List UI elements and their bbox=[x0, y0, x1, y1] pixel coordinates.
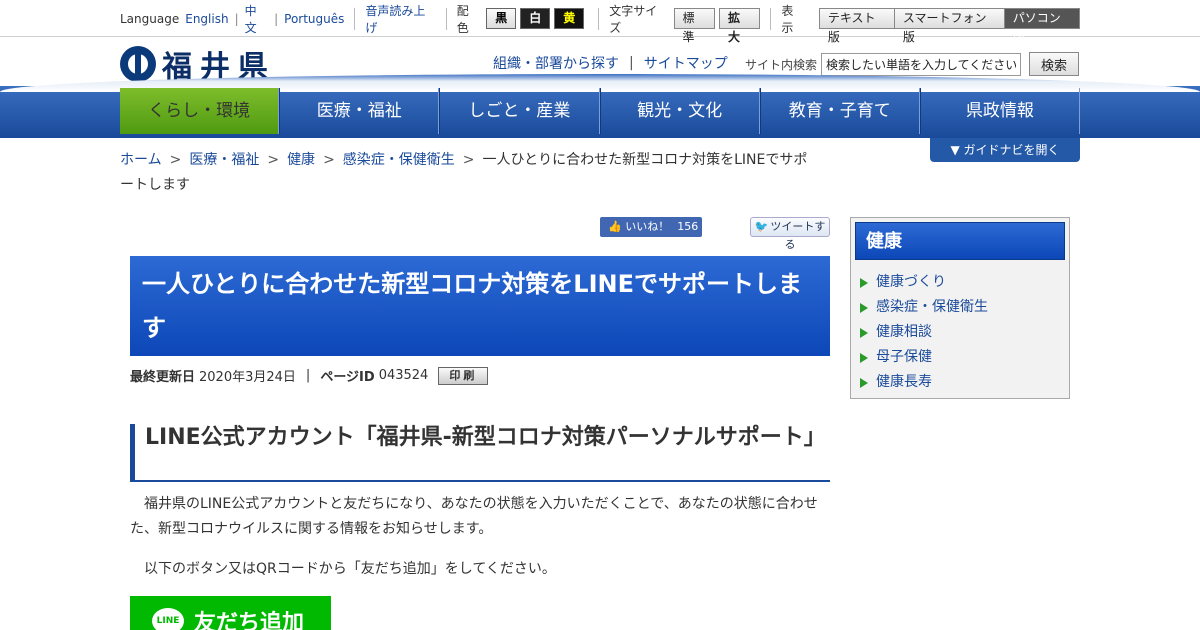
nav-item-education[interactable]: 教育・子育て bbox=[759, 88, 920, 134]
sidebar-item-label: 健康づくり bbox=[876, 274, 946, 290]
global-nav: くらし・環境 医療・福祉 しごと・産業 観光・文化 教育・子育て 県政情報 bbox=[120, 88, 1081, 134]
sidebar-item-infection[interactable]: 感染症・保健衛生 bbox=[860, 295, 1065, 320]
global-nav-bar: くらし・環境 医療・福祉 しごと・産業 観光・文化 教育・子育て 県政情報 bbox=[0, 86, 1200, 138]
divider bbox=[598, 7, 600, 30]
breadcrumb-medical[interactable]: 医療・福祉 bbox=[189, 152, 259, 168]
fukui-emblem-icon bbox=[120, 46, 156, 82]
fb-like-count: 156 bbox=[677, 220, 699, 233]
site-search: サイト内検索 検索 bbox=[745, 52, 1080, 76]
tweet-label: ツイートする bbox=[770, 220, 826, 251]
display-label: 表示 bbox=[781, 3, 794, 35]
triangle-down-icon: ▼ bbox=[950, 143, 964, 157]
page-meta: 最終更新日 2020年3月24日 | ページID 043524 印刷 bbox=[130, 366, 489, 385]
language-label: Language bbox=[120, 11, 180, 26]
page-id-label: ページID bbox=[320, 370, 375, 385]
lang-chinese-link[interactable]: 中文 bbox=[245, 2, 268, 36]
thumbs-up-icon: 👍 bbox=[608, 220, 626, 233]
sidebar-item-label: 母子保健 bbox=[876, 349, 932, 365]
view-smartphone-button[interactable]: スマートフォン版 bbox=[894, 8, 1005, 44]
nav-item-living[interactable]: くらし・環境 bbox=[120, 88, 280, 134]
sidebar-item-maternal[interactable]: 母子保健 bbox=[860, 345, 1065, 370]
line-add-friend-label: 友だち追加 bbox=[194, 611, 305, 630]
sidebar: 健康 健康づくり 感染症・保健衛生 健康相談 母子保健 健康長寿 bbox=[850, 217, 1070, 399]
search-input[interactable] bbox=[821, 52, 1022, 76]
breadcrumb-separator: > bbox=[169, 152, 182, 168]
nav-item-work[interactable]: しごと・産業 bbox=[439, 88, 600, 134]
triangle-right-icon bbox=[860, 327, 868, 338]
header-links: 組織・部署から探す | サイトマップ bbox=[493, 53, 728, 73]
print-button[interactable]: 印刷 bbox=[438, 366, 489, 385]
guide-navi-label: ガイドナビを開く bbox=[963, 143, 1060, 157]
divider bbox=[354, 7, 356, 30]
triangle-right-icon bbox=[860, 277, 868, 288]
facebook-like-button[interactable]: 👍 いいね！ 156 bbox=[600, 217, 702, 237]
twitter-bird-icon: 🐦 bbox=[754, 220, 769, 233]
instruction-paragraph: 以下のボタン又はQRコードから「友だち追加」をしてください。 bbox=[144, 561, 556, 577]
triangle-right-icon bbox=[860, 377, 868, 388]
sidebar-heading: 健康 bbox=[855, 222, 1065, 260]
sidebar-item-label: 健康長寿 bbox=[876, 374, 932, 390]
breadcrumb-infection[interactable]: 感染症・保健衛生 bbox=[343, 152, 455, 168]
section-heading: LINE公式アカウント「福井県-新型コロナ対策パーソナルサポート」 bbox=[130, 424, 830, 482]
lang-portuguese-link[interactable]: Português bbox=[284, 12, 344, 26]
sitemap-link[interactable]: サイトマップ bbox=[644, 53, 728, 73]
breadcrumb: ホーム > 医療・福祉 > 健康 > 感染症・保健衛生 > 一人ひとりに合わせた新型コロナ対策を… bbox=[120, 148, 820, 198]
divider: | bbox=[274, 11, 279, 26]
sidebar-list: 健康づくり 感染症・保健衛生 健康相談 母子保健 健康長寿 bbox=[855, 270, 1065, 395]
dept-search-link[interactable]: 組織・部署から探す bbox=[493, 53, 619, 73]
tweet-button[interactable]: 🐦 ツイートする bbox=[750, 217, 830, 251]
font-standard-button[interactable]: 標準 bbox=[673, 8, 715, 44]
breadcrumb-separator: > bbox=[267, 152, 280, 168]
font-large-button[interactable]: 拡大 bbox=[718, 8, 761, 44]
color-white-button[interactable]: 白 bbox=[520, 8, 551, 29]
sidebar-item-consultation[interactable]: 健康相談 bbox=[860, 320, 1065, 345]
line-add-friend-button[interactable]: LINE 友だち追加 bbox=[130, 596, 331, 630]
nav-item-medical[interactable]: 医療・福祉 bbox=[279, 88, 440, 134]
sidebar-item-label: 感染症・保健衛生 bbox=[876, 299, 988, 315]
utility-bar: Language English | 中文 | Português 音声読み上げ… bbox=[0, 0, 1200, 44]
breadcrumb-separator: > bbox=[462, 152, 475, 168]
sidebar-item-health-promotion[interactable]: 健康づくり bbox=[860, 270, 1065, 295]
divider bbox=[770, 7, 772, 30]
search-label: サイト内検索 bbox=[745, 57, 818, 72]
sidebar-item-label: 健康相談 bbox=[876, 324, 932, 340]
color-label: 配色 bbox=[456, 3, 469, 35]
breadcrumb-health[interactable]: 健康 bbox=[287, 152, 315, 168]
updated-value: 2020年3月24日 bbox=[199, 370, 296, 385]
search-button[interactable]: 検索 bbox=[1029, 52, 1080, 76]
divider: | bbox=[234, 11, 239, 26]
intro-paragraph: 福井県のLINE公式アカウントと友だちになり、あなたの状態を入力いただくことで、… bbox=[130, 496, 818, 537]
breadcrumb-separator: > bbox=[323, 152, 335, 168]
guide-navi-button[interactable]: ▼ ガイドナビを開く bbox=[930, 138, 1080, 162]
view-text-button[interactable]: テキスト版 bbox=[818, 8, 895, 44]
triangle-right-icon bbox=[860, 302, 868, 313]
view-mode-group: テキスト版 スマートフォン版 パソコン版 bbox=[818, 8, 1081, 44]
divider bbox=[445, 7, 447, 30]
triangle-right-icon bbox=[860, 352, 868, 363]
fb-like-label: いいね！ bbox=[625, 220, 670, 233]
breadcrumb-home[interactable]: ホーム bbox=[120, 152, 162, 168]
divider: | bbox=[629, 55, 634, 71]
line-icon: LINE bbox=[152, 608, 184, 630]
page-title: 一人ひとりに合わせた新型コロナ対策をLINEでサポートします bbox=[130, 256, 830, 356]
read-aloud-link[interactable]: 音声読み上げ bbox=[365, 2, 435, 36]
divider: | bbox=[305, 368, 311, 383]
color-black-button[interactable]: 黒 bbox=[486, 8, 517, 29]
page-id-value: 043524 bbox=[378, 368, 429, 383]
nav-item-government[interactable]: 県政情報 bbox=[919, 88, 1081, 134]
updated-label: 最終更新日 bbox=[130, 370, 196, 385]
color-yellow-button[interactable]: 黄 bbox=[554, 8, 585, 29]
nav-item-tourism[interactable]: 観光・文化 bbox=[599, 88, 760, 134]
sidebar-item-longevity[interactable]: 健康長寿 bbox=[860, 370, 1065, 395]
view-pc-button[interactable]: パソコン版 bbox=[1004, 8, 1081, 44]
font-size-label: 文字サイズ bbox=[609, 3, 658, 35]
lang-english-link[interactable]: English bbox=[185, 12, 228, 26]
